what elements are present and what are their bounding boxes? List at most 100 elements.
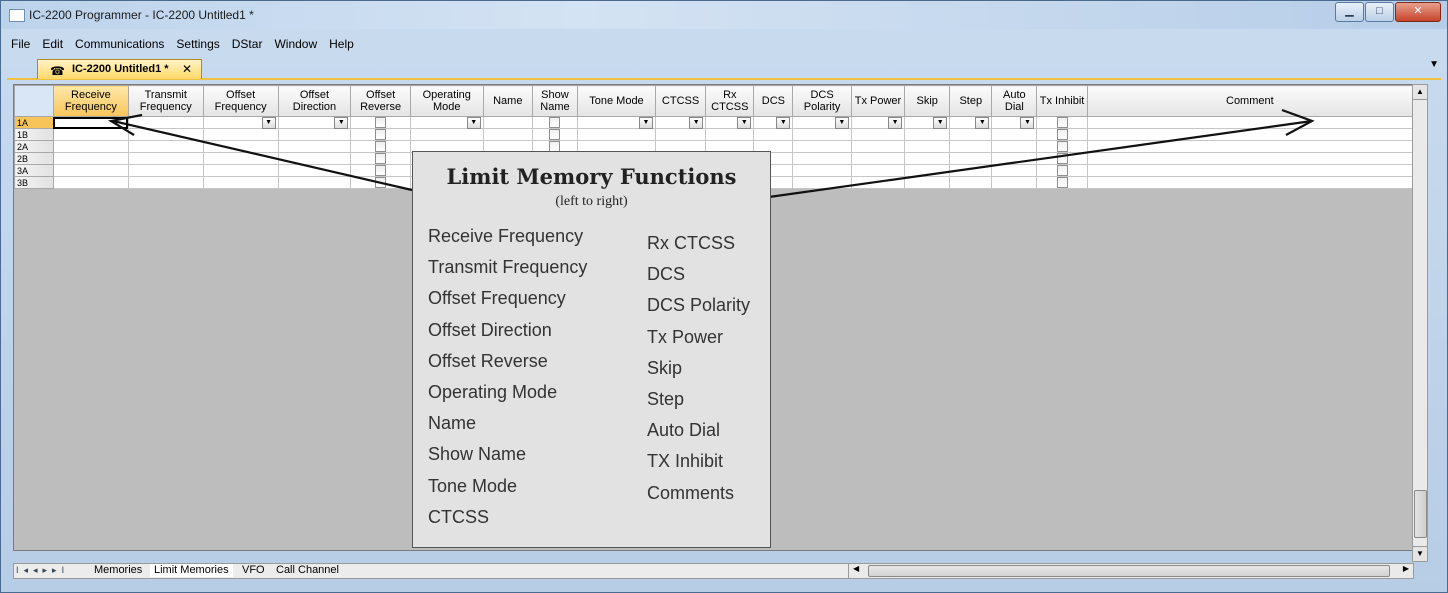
column-header[interactable]: DCS Polarity: [792, 85, 852, 117]
grid-cell[interactable]: [850, 176, 906, 189]
grid-cell[interactable]: [1036, 128, 1088, 141]
column-header[interactable]: Transmit Frequency: [127, 85, 204, 117]
grid-cell[interactable]: [277, 128, 352, 141]
grid-cell[interactable]: [904, 140, 951, 153]
grid-cell[interactable]: [904, 128, 951, 141]
grid-cell[interactable]: [949, 164, 993, 177]
grid-corner[interactable]: [14, 85, 54, 117]
column-header[interactable]: Show Name: [531, 85, 579, 117]
row-header[interactable]: 3B: [14, 176, 54, 189]
grid-cell[interactable]: [482, 116, 533, 129]
row-header[interactable]: 1B: [14, 128, 54, 141]
checkbox[interactable]: [1056, 129, 1068, 140]
title-bar[interactable]: IC-2200 Programmer - IC-2200 Untitled1 *…: [1, 1, 1447, 29]
grid-cell[interactable]: [904, 164, 951, 177]
grid-cell[interactable]: [949, 128, 993, 141]
close-button[interactable]: ✕: [1395, 2, 1441, 22]
grid-cell[interactable]: [1036, 152, 1088, 165]
grid-cell[interactable]: [1086, 152, 1413, 165]
dropdown-arrow-icon[interactable]: ▼: [975, 117, 990, 129]
grid-cell[interactable]: [991, 164, 1038, 177]
grid-cell[interactable]: [1086, 128, 1413, 141]
grid-cell[interactable]: ▼: [991, 116, 1038, 129]
scroll-left-icon[interactable]: ◀: [853, 564, 859, 573]
grid-cell[interactable]: [654, 128, 707, 141]
grid-cell[interactable]: [350, 140, 411, 153]
row-header[interactable]: 2B: [14, 152, 54, 165]
grid-cell[interactable]: [202, 164, 279, 177]
dropdown-arrow-icon[interactable]: ▼: [776, 117, 791, 129]
grid-cell[interactable]: [202, 140, 279, 153]
dropdown-arrow-icon[interactable]: ▼: [334, 117, 349, 129]
grid-cell[interactable]: [1086, 116, 1413, 129]
grid-cell[interactable]: [850, 164, 906, 177]
grid-cell[interactable]: ▼: [904, 116, 951, 129]
grid-cell[interactable]: ▼: [705, 116, 755, 129]
grid-cell[interactable]: [531, 128, 579, 141]
grid-cell[interactable]: [350, 128, 411, 141]
sheet-nav-icons[interactable]: I◂◂▸▸I: [16, 564, 69, 577]
grid-cell[interactable]: [1036, 116, 1088, 129]
dropdown-arrow-icon[interactable]: ▼: [638, 117, 653, 129]
grid-cell[interactable]: [991, 152, 1038, 165]
menu-dstar[interactable]: DStar: [228, 37, 267, 55]
grid-cell[interactable]: [202, 152, 279, 165]
grid-cell[interactable]: [277, 152, 352, 165]
grid-cell[interactable]: [1036, 140, 1088, 153]
checkbox[interactable]: [1056, 117, 1068, 128]
column-header[interactable]: CTCSS: [654, 85, 707, 117]
column-header[interactable]: Operating Mode: [409, 85, 484, 117]
grid-cell[interactable]: [991, 128, 1038, 141]
column-header[interactable]: Tx Power: [850, 85, 906, 117]
grid-cell[interactable]: [52, 152, 129, 165]
grid-cell[interactable]: [949, 152, 993, 165]
grid-cell[interactable]: [850, 152, 906, 165]
menu-settings[interactable]: Settings: [172, 37, 223, 55]
column-header[interactable]: Rx CTCSS: [705, 85, 755, 117]
grid-cell[interactable]: [202, 176, 279, 189]
grid-cell[interactable]: [127, 140, 204, 153]
row-header[interactable]: 3A: [14, 164, 54, 177]
column-header[interactable]: Tone Mode: [577, 85, 656, 117]
checkbox[interactable]: [1056, 153, 1068, 164]
grid-cell[interactable]: [904, 176, 951, 189]
grid-cell[interactable]: ▼: [277, 116, 352, 129]
grid-cell[interactable]: [949, 140, 993, 153]
grid-cell[interactable]: [577, 128, 656, 141]
horizontal-scrollbar[interactable]: ◀ ▶: [848, 563, 1414, 579]
column-header[interactable]: Offset Frequency: [202, 85, 279, 117]
checkbox[interactable]: [375, 117, 387, 128]
checkbox[interactable]: [375, 177, 387, 188]
vertical-scrollbar[interactable]: ▲ ▼: [1412, 84, 1428, 562]
menu-file[interactable]: File: [7, 37, 34, 55]
grid-cell[interactable]: [52, 140, 129, 153]
grid-cell[interactable]: [531, 116, 579, 129]
grid-cell[interactable]: [350, 116, 411, 129]
grid-cell[interactable]: [1036, 164, 1088, 177]
row-header[interactable]: 1A: [14, 116, 54, 129]
tab-close-icon[interactable]: ✕: [182, 60, 192, 79]
scroll-thumb[interactable]: [1414, 490, 1427, 538]
checkbox[interactable]: [1056, 165, 1068, 176]
grid-cell[interactable]: [127, 164, 204, 177]
grid-cell[interactable]: [350, 164, 411, 177]
grid-cell[interactable]: [1086, 176, 1413, 189]
grid-cell[interactable]: [127, 176, 204, 189]
row-header[interactable]: 2A: [14, 140, 54, 153]
grid-cell[interactable]: ▼: [949, 116, 993, 129]
h-scroll-thumb[interactable]: [868, 565, 1390, 577]
column-header[interactable]: DCS: [753, 85, 794, 117]
dropdown-arrow-icon[interactable]: ▼: [737, 117, 752, 129]
menu-help[interactable]: Help: [325, 37, 358, 55]
menu-window[interactable]: Window: [270, 37, 321, 55]
menu-communications[interactable]: Communications: [71, 37, 168, 55]
sheet-tab-limit-memories[interactable]: Limit Memories: [150, 564, 233, 577]
grid-cell[interactable]: ▼: [202, 116, 279, 129]
grid-cell[interactable]: [127, 128, 204, 141]
sheet-tab-memories[interactable]: Memories: [90, 564, 146, 577]
checkbox[interactable]: [549, 117, 561, 128]
grid-cell[interactable]: [949, 176, 993, 189]
grid-cell[interactable]: ▼: [850, 116, 906, 129]
column-header[interactable]: Step: [949, 85, 993, 117]
column-header[interactable]: Offset Direction: [277, 85, 352, 117]
